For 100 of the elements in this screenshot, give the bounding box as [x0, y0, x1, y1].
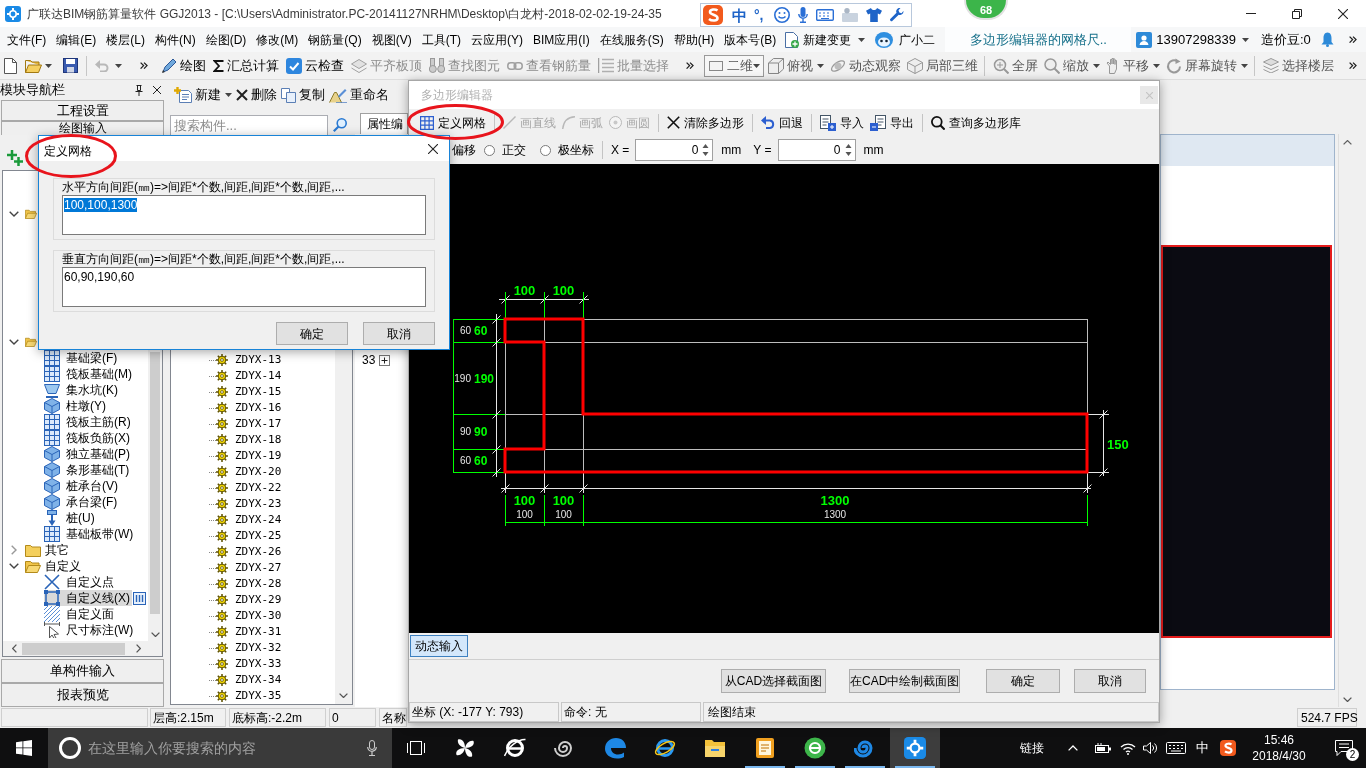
dialog-button[interactable]: 取消 [363, 322, 435, 345]
tree-item[interactable]: 尺寸标注(W) [44, 622, 136, 638]
dialog-button[interactable]: 从CAD选择截面图 [721, 669, 826, 693]
list-item[interactable]: ZDYX-26 [216, 544, 284, 560]
tree-item[interactable]: 自定义点 [44, 574, 116, 590]
text-area[interactable]: 100,100,1300 [62, 195, 426, 235]
toolbar-button[interactable]: 局部三维 [905, 54, 980, 77]
drawing-canvas[interactable]: 100 100 60 60 190 190 90 90 60 60 100 100 100 100 1300 1300 150 [409, 164, 1159, 633]
menu-item[interactable]: 帮助(H) [668, 30, 720, 49]
chevron-left-icon[interactable] [12, 644, 17, 653]
radio-button[interactable] [484, 144, 495, 156]
list-item[interactable]: ZDYX-13 [216, 352, 284, 368]
tree-item[interactable]: 自定义线(X) [44, 590, 132, 606]
tree-item[interactable]: 条形基础(T) [44, 462, 132, 478]
menu-item[interactable]: 版本号(B) [719, 30, 782, 49]
scrollbar-thumb[interactable] [22, 642, 125, 655]
list-item[interactable]: ZDYX-15 [216, 384, 284, 400]
tree-item[interactable]: 基础板带(W) [44, 526, 136, 542]
scrollbar-track[interactable] [335, 350, 352, 704]
menu-item[interactable]: 在线服务(S) [594, 30, 669, 49]
number-field[interactable]: 0 [777, 139, 856, 161]
toolbar-button[interactable]: 屏幕旋转 [1164, 54, 1250, 77]
tree-item[interactable]: 桩承台(V) [44, 478, 120, 494]
toolbar-button[interactable]: 删除 [234, 84, 279, 106]
chevron-right-icon[interactable] [136, 644, 141, 653]
list-item[interactable]: ZDYX-35 [216, 688, 284, 704]
list-item[interactable]: ZDYX-31 [216, 624, 284, 640]
toolbar-button[interactable]: 绘图 [159, 54, 208, 77]
menu-item[interactable]: 钢筋量(Q) [303, 30, 367, 49]
punctuation-button[interactable]: °, [754, 8, 764, 22]
menu-item[interactable]: 云应用(Y) [466, 30, 528, 49]
plus-box-icon[interactable] [379, 354, 391, 366]
tree-item[interactable]: 独立基础(P) [44, 446, 132, 462]
list-item[interactable]: ZDYX-34 [216, 672, 284, 688]
menu-item[interactable]: 绘图(D) [200, 30, 252, 49]
scrollbar-thumb[interactable] [150, 352, 160, 614]
taskbar-app[interactable] [890, 728, 940, 768]
menu-item[interactable]: 楼层(L) [101, 30, 150, 49]
scrollbar-track[interactable] [148, 350, 162, 641]
columns-icon[interactable] [133, 591, 146, 605]
tree-item[interactable]: 筏板基础(M) [44, 366, 134, 382]
notification-button[interactable]: 2 [1322, 728, 1366, 768]
logo-icon[interactable] [1220, 740, 1236, 756]
ime-mode-button[interactable]: 中 [1196, 738, 1209, 758]
section-button[interactable]: 单构件输入 [1, 659, 164, 683]
tree-item[interactable]: 筏板负筋(X) [44, 430, 132, 446]
list-item[interactable]: ZDYX-28 [216, 576, 284, 592]
tree-item[interactable]: 集水坑(K) [44, 382, 120, 398]
property-tab[interactable]: 属性编 [360, 113, 408, 134]
menu-item[interactable]: BIM应用(I) [528, 30, 595, 49]
toolbar-button[interactable]: 云检查 [284, 54, 346, 77]
change-menu[interactable]: 新建变更 [783, 28, 868, 51]
tool-button[interactable]: 导出 [867, 111, 917, 134]
close-icon[interactable] [153, 86, 161, 94]
microphone-icon[interactable] [797, 7, 808, 23]
search-field[interactable]: 搜索构件... [170, 114, 328, 136]
list-item[interactable]: ZDYX-16 [216, 400, 284, 416]
dialog-button[interactable]: 在CAD中绘制截面图 [849, 669, 960, 693]
shirt-icon[interactable] [865, 8, 882, 22]
links-toolbar[interactable]: 链接 [1020, 739, 1044, 757]
menu-item[interactable]: 文件(F) [2, 30, 52, 49]
toolbar-button[interactable]: 新建 [172, 84, 234, 106]
toolbar-button[interactable]: 缩放 [1042, 54, 1102, 77]
chevron-down-icon[interactable] [339, 693, 348, 698]
menu-item[interactable]: 视图(V) [366, 30, 417, 49]
chevron-double-icon[interactable] [140, 62, 148, 69]
assistant-button[interactable]: 广小二 [875, 28, 936, 51]
list-item[interactable]: ZDYX-30 [216, 608, 284, 624]
toolbar-button[interactable]: 选择楼层 [1261, 54, 1336, 77]
battery-icon[interactable] [1095, 743, 1111, 753]
spin-arrows-icon[interactable] [844, 143, 852, 157]
toolbar-button[interactable]: 重命名 [327, 84, 391, 106]
menu-item[interactable]: 构件(N) [150, 30, 201, 49]
document-tab[interactable]: 多边形编辑器的网格尺.. [945, 27, 1132, 52]
ime-mode-button[interactable]: 中 [732, 7, 747, 23]
number-field[interactable]: 0 [635, 139, 714, 161]
toggle-button[interactable]: 动态输入 [410, 635, 468, 657]
account-menu[interactable]: 13907298339 [1156, 28, 1249, 51]
chevron-down-icon[interactable] [1342, 697, 1352, 702]
text-area[interactable]: 60,90,190,60 [62, 267, 426, 307]
chevron-double-icon[interactable] [1349, 62, 1357, 69]
tool-button[interactable]: 查询多边形库 [928, 111, 1024, 134]
dialog-button[interactable]: 确定 [276, 322, 348, 345]
search-field[interactable]: 在这里输入你要搜索的内容 [48, 728, 392, 768]
list-item[interactable]: ZDYX-27 [216, 560, 284, 576]
section-button[interactable]: 绘图输入 [1, 121, 164, 135]
list-item[interactable]: ZDYX-25 [216, 528, 284, 544]
menu-item[interactable]: 工具(T) [416, 30, 466, 49]
toolbar-button[interactable]: 汇总计算 [211, 54, 281, 77]
tool-button[interactable]: 导入 [817, 111, 867, 134]
list-item[interactable]: ZDYX-22 [216, 480, 284, 496]
chevron-right-icon[interactable] [11, 545, 17, 555]
scrollbar-track[interactable] [3, 641, 162, 656]
chevron-double-icon[interactable] [686, 62, 694, 69]
tree-item[interactable]: 自定义面 [44, 606, 116, 622]
dialog-button[interactable]: 取消 [1074, 669, 1146, 693]
list-item[interactable]: ZDYX-17 [216, 416, 284, 432]
smiley-icon[interactable] [773, 7, 790, 23]
chevron-down-icon[interactable] [150, 632, 160, 637]
toolbar-button[interactable]: 复制 [279, 84, 327, 106]
